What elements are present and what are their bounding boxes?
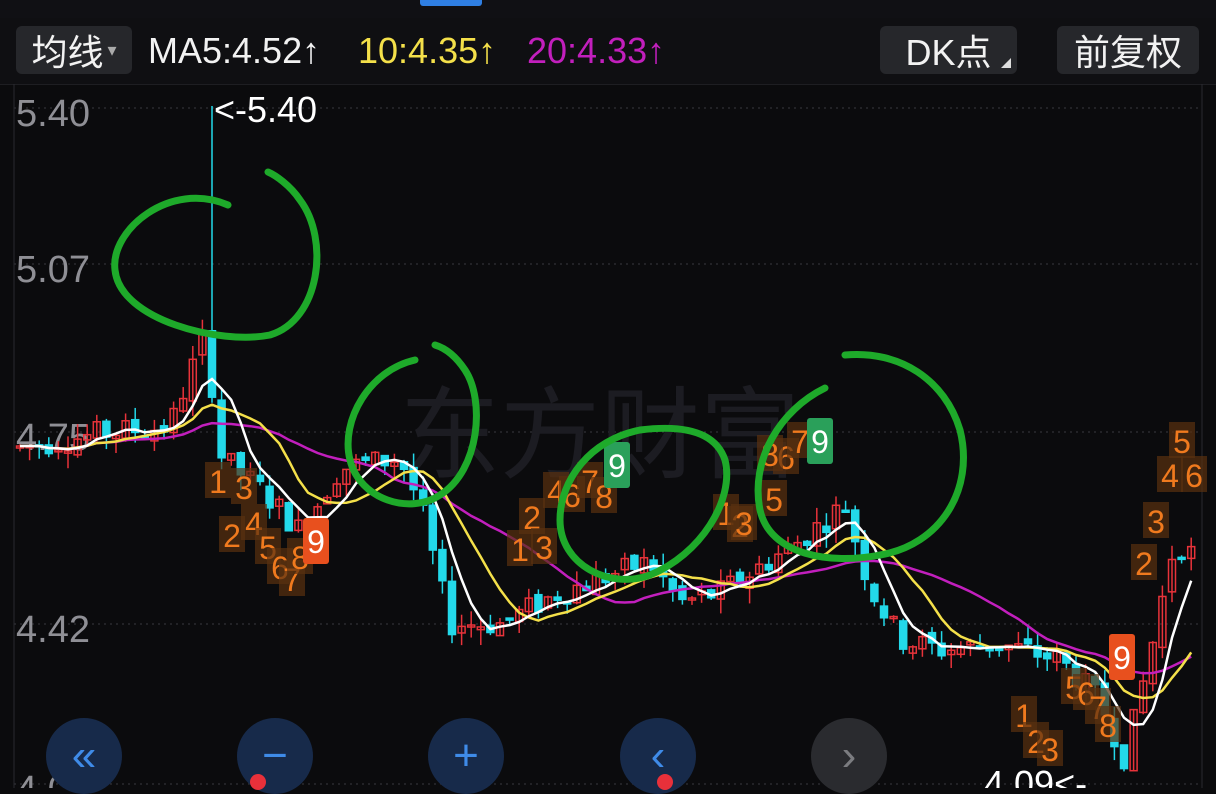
candle-body <box>255 474 265 483</box>
candle-body <box>802 540 812 547</box>
candle-body <box>870 583 879 603</box>
candle-body <box>284 501 294 532</box>
count-label: 5 <box>1173 424 1191 460</box>
zoom-out-icon: − <box>262 731 288 780</box>
signal-badge-label: 9 <box>307 524 325 560</box>
count-label: 2 <box>1135 546 1153 582</box>
adjust-label: 前复权 <box>1073 32 1182 73</box>
candle-body <box>1023 638 1033 645</box>
next-icon: › <box>841 731 857 780</box>
rewind-icon: « <box>71 731 97 780</box>
candle-body <box>438 548 447 582</box>
nav-next-button[interactable]: › <box>811 718 887 794</box>
count-label: 3 <box>1147 504 1165 540</box>
candle-body <box>822 525 831 534</box>
signal-badge-label: 9 <box>811 424 829 460</box>
y-tick-label: 5.40 <box>16 93 90 135</box>
ma10-value: 10:4.35↑ <box>358 30 497 71</box>
candle-body <box>879 605 889 619</box>
ma-type-dropdown[interactable]: 均线 ▾ <box>16 26 132 74</box>
nav-zoom-in-button[interactable]: + <box>428 718 504 794</box>
count-label: 3 <box>735 506 753 542</box>
nav-zoom-out-button[interactable]: − <box>237 718 313 794</box>
candle-body <box>553 596 562 601</box>
annotation-circle <box>111 168 321 341</box>
y-tick-label: 4.42 <box>16 609 90 651</box>
count-label: 1 <box>511 532 529 568</box>
dk-label: DK点 <box>905 32 992 73</box>
zoom-in-icon: + <box>453 731 479 780</box>
y-axis-ticks: 5.405.074.754.424.09 <box>16 93 90 788</box>
ma-type-label: 均线 <box>31 32 104 73</box>
indicator-toolbar: 均线 ▾ MA5:4.52↑ 10:4.35↑ 20:4.33↑ DK点 前复权 <box>0 18 1216 85</box>
candle-body <box>428 504 438 551</box>
kline-chart[interactable]: 东方财富 5.405.074.754.424.09 13245678467821… <box>0 84 1216 788</box>
count-label: 2 <box>223 518 241 554</box>
candle-body <box>841 509 850 513</box>
candle-body <box>447 580 457 636</box>
candle-body <box>898 620 908 650</box>
candle-body <box>764 563 774 571</box>
signal-badge-label: 9 <box>1113 640 1131 676</box>
ma20-value: 20:4.33↑ <box>527 30 666 71</box>
low-price-marker: 4.09<- <box>984 763 1087 788</box>
candle-body <box>994 647 1004 652</box>
candle-body <box>265 485 274 509</box>
top-strip <box>0 0 1216 18</box>
candle-body <box>1119 744 1129 770</box>
candle-body <box>668 578 678 592</box>
count-label: 1 <box>209 464 227 500</box>
count-label: 6 <box>1185 458 1203 494</box>
signal-badge-label: 9 <box>608 448 626 484</box>
dk-point-button[interactable]: DK点 <box>880 26 1017 74</box>
ma5-value: MA5:4.52↑ <box>148 30 321 71</box>
dropdown-caret-icon: ▾ <box>107 39 117 60</box>
count-label: 8 <box>1099 708 1117 744</box>
price-adjust-button[interactable]: 前复权 <box>1057 26 1199 74</box>
high-price-marker: <-5.40 <box>214 89 317 130</box>
count-label: 3 <box>235 470 253 506</box>
page-indicator <box>420 0 482 6</box>
count-label: 4 <box>1161 458 1179 494</box>
candle-body <box>1177 556 1186 561</box>
candle-body <box>630 554 639 570</box>
corner-arrow-icon <box>1001 58 1011 68</box>
count-label: 7 <box>791 424 809 460</box>
nav-rewind-button[interactable]: « <box>46 718 122 794</box>
candle-body <box>505 617 514 621</box>
candle-body <box>207 330 217 398</box>
candle-body <box>361 456 370 462</box>
count-label: 5 <box>765 482 783 518</box>
count-label: 3 <box>535 530 553 566</box>
candle-body <box>1042 652 1052 660</box>
y-tick-label: 5.07 <box>16 249 90 291</box>
